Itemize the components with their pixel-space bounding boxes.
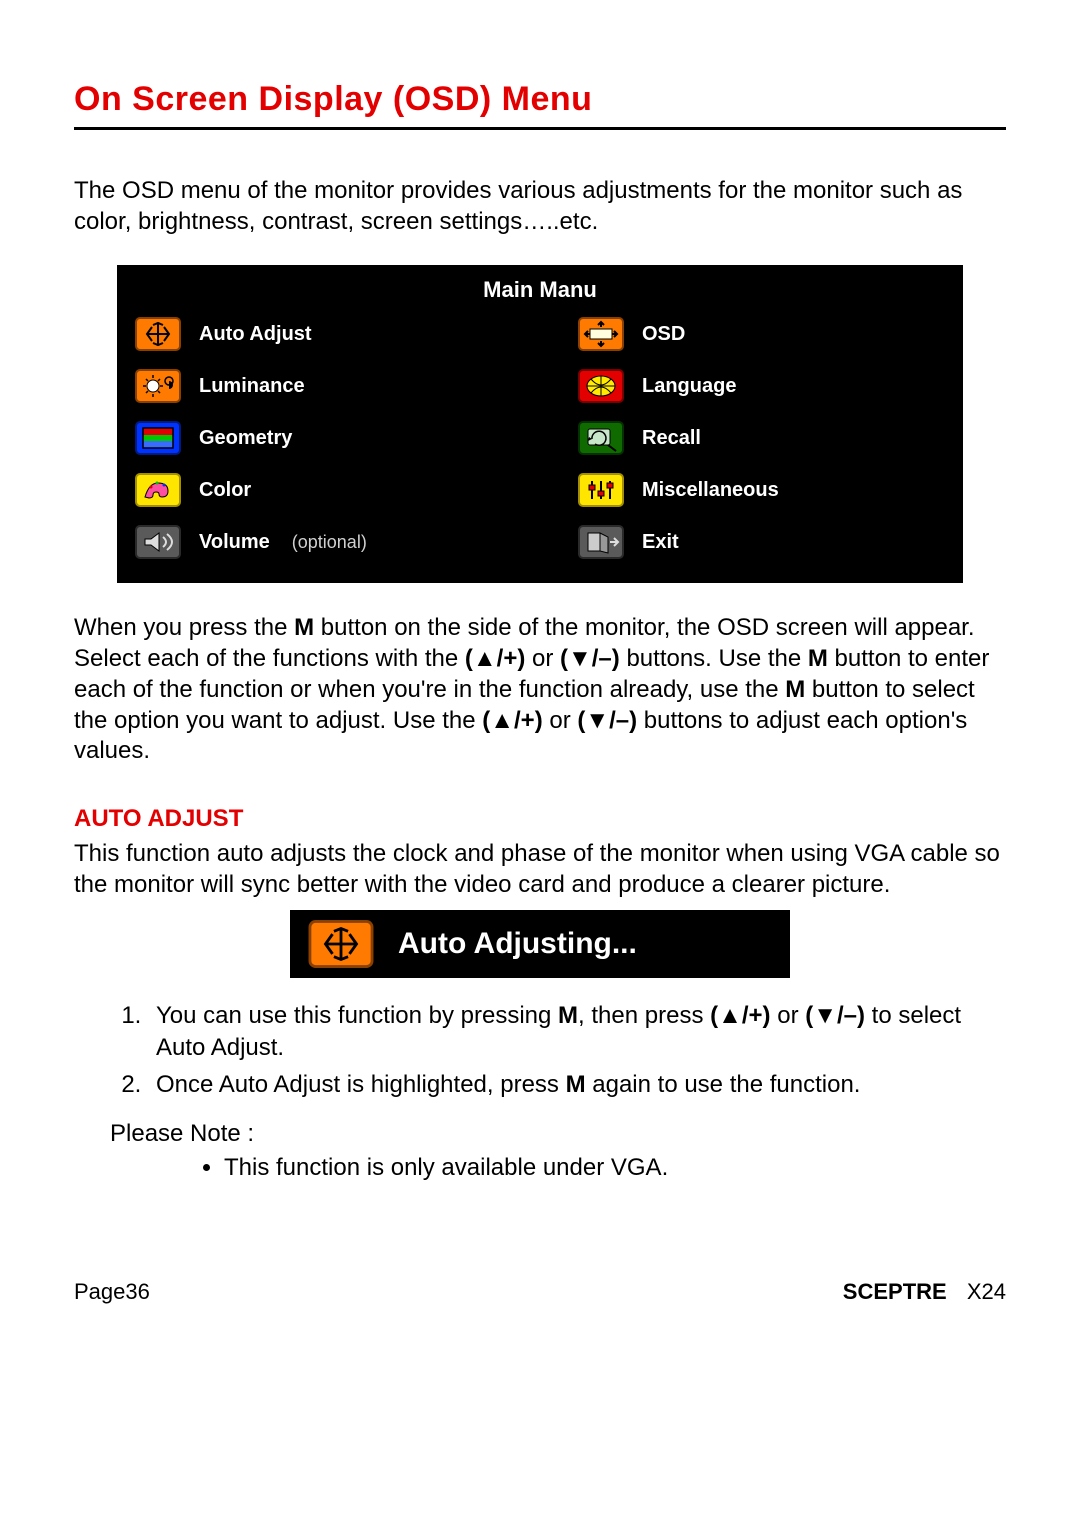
color-icon [135,473,181,507]
step-2: Once Auto Adjust is highlighted, press M… [148,1069,1006,1100]
osd-menu-grid: Auto Adjust OSD [127,311,953,559]
osd-icon [578,317,624,351]
osd-item-exit[interactable]: Exit [538,525,943,559]
osd-main-menu-panel: Main Manu Auto Adjust [117,265,963,583]
misc-icon [578,473,624,507]
page-footer: Page36 SCEPTRE X24 [0,1279,1080,1305]
osd-item-label: Color [199,479,251,502]
auto-adjust-description: This function auto adjusts the clock and… [74,839,1006,900]
note-list: This function is only available under VG… [224,1152,1006,1183]
note-item: This function is only available under VG… [224,1152,1006,1183]
osd-item-label: Language [642,375,736,398]
auto-adjust-icon [308,920,374,968]
intro-paragraph: The OSD menu of the monitor provides var… [74,176,1006,237]
osd-panel-title: Main Manu [127,273,953,311]
page-number: Page36 [74,1279,150,1305]
step-1: You can use this function by pressing M,… [148,1000,1006,1062]
volume-icon [135,525,181,559]
osd-item-geometry[interactable]: Geometry [133,421,538,455]
osd-item-language[interactable]: Language [538,369,943,403]
please-note-label: Please Note : [110,1120,1006,1148]
osd-item-suffix: (optional) [292,532,367,553]
osd-item-osd[interactable]: OSD [538,317,943,351]
auto-adjusting-label: Auto Adjusting... [398,927,637,961]
auto-adjusting-banner: Auto Adjusting... [290,910,790,978]
osd-item-label: Geometry [199,427,292,450]
footer-model: X24 [967,1279,1006,1304]
page-title: On Screen Display (OSD) Menu [74,80,1006,119]
auto-adjust-heading: AUTO ADJUST [74,805,1006,833]
recall-icon [578,421,624,455]
osd-item-miscellaneous[interactable]: Miscellaneous [538,473,943,507]
auto-adjust-steps: You can use this function by pressing M,… [148,1000,1006,1100]
language-icon [578,369,624,403]
osd-item-auto-adjust[interactable]: Auto Adjust [133,317,538,351]
osd-item-label: Luminance [199,375,305,398]
auto-adjust-icon [135,317,181,351]
osd-item-luminance[interactable]: Luminance [133,369,538,403]
osd-item-label: Miscellaneous [642,479,779,502]
osd-instructions: When you press the M button on the side … [74,613,1006,767]
osd-item-label: OSD [642,323,685,346]
exit-icon [578,525,624,559]
geometry-icon [135,421,181,455]
osd-item-label: Exit [642,531,679,554]
osd-item-label: Recall [642,427,701,450]
osd-item-recall[interactable]: Recall [538,421,943,455]
luminance-icon [135,369,181,403]
osd-item-label: Volume [199,531,270,554]
footer-brand: SCEPTRE [843,1279,947,1304]
title-underline [74,127,1006,130]
osd-item-color[interactable]: Color [133,473,538,507]
osd-item-label: Auto Adjust [199,323,312,346]
osd-item-volume[interactable]: Volume (optional) [133,525,538,559]
